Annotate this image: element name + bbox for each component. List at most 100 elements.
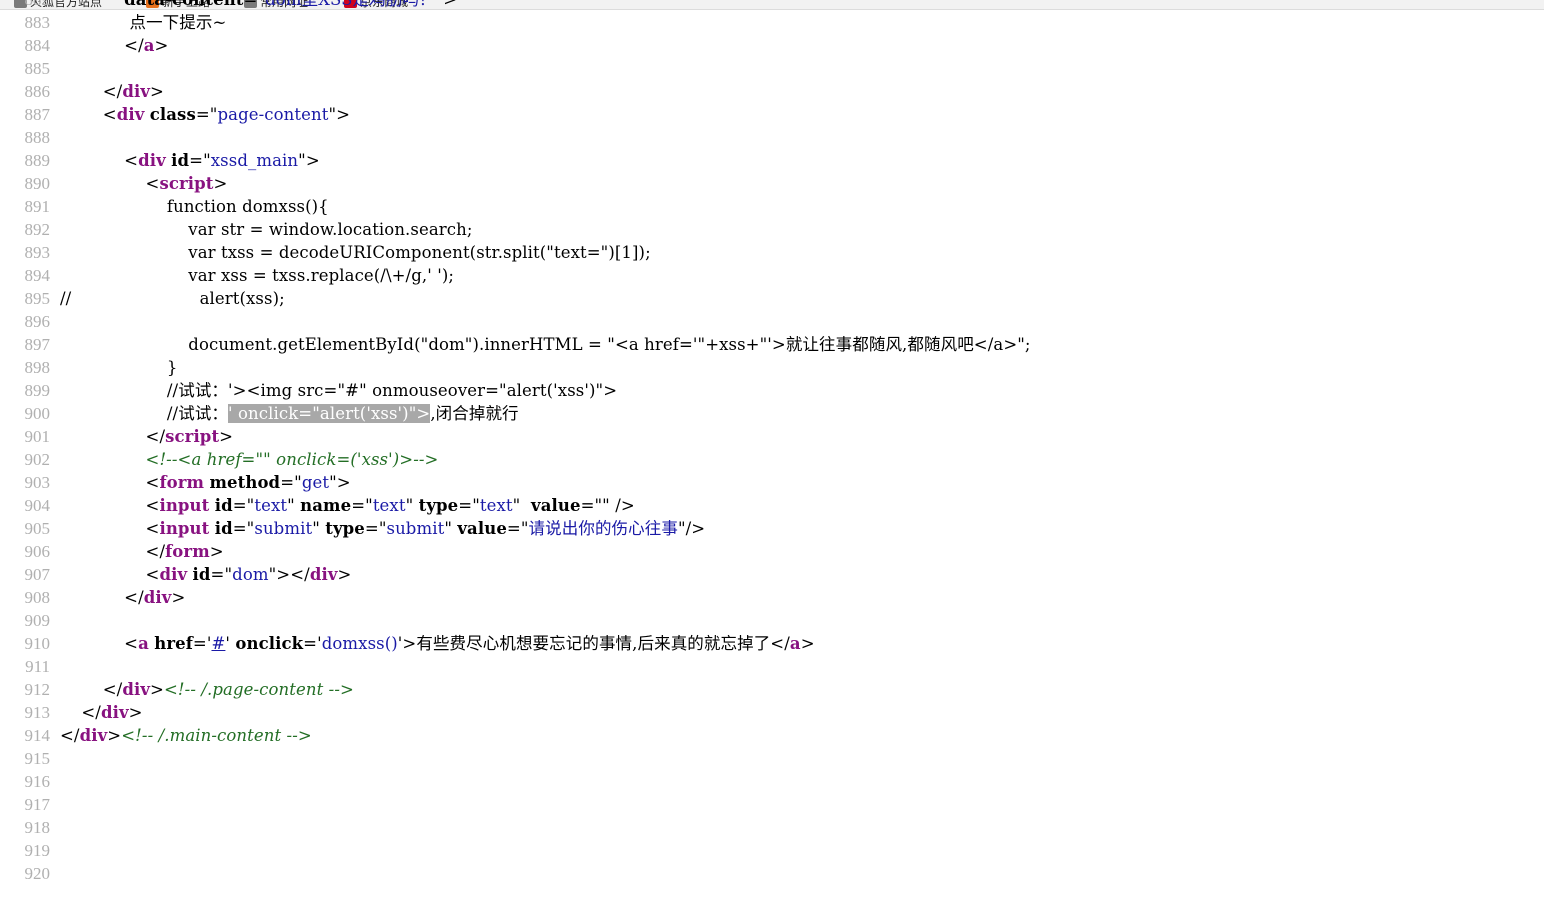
line-code: var str = window.location.search;: [60, 218, 473, 241]
code-text: =": [280, 473, 302, 492]
line-number: 894: [24, 266, 51, 285]
code-text: <: [60, 565, 160, 584]
attribute-name: class: [149, 105, 196, 124]
line-number: 914: [24, 726, 51, 745]
code-text: =": [364, 519, 387, 538]
line-number: 897: [24, 335, 51, 354]
line-code: }: [60, 356, 178, 379]
code-text: >: [213, 174, 228, 193]
code-text: ': [225, 634, 236, 653]
attribute-name: onclick: [235, 634, 304, 653]
line-number: 910: [24, 634, 51, 653]
line-number: 885: [24, 59, 51, 78]
attribute-name: value: [457, 519, 507, 538]
code-text: >: [209, 542, 224, 561]
code-text: '>有些费尽心机想要忘记的事情,后来真的就忘掉了</: [397, 634, 790, 653]
selected-text: ' onclick="alert('xss')">: [228, 404, 431, 423]
line-number: 904: [24, 496, 51, 515]
line-number: 900: [24, 404, 51, 423]
code-text: >: [107, 726, 122, 745]
code-text: ="" />: [580, 496, 635, 515]
line-number: 919: [24, 841, 51, 860]
html-comment: <!-- /.main-content -->: [121, 726, 312, 745]
line-code: </form>: [60, 540, 224, 563]
code-text: // alert(xss);: [60, 289, 285, 308]
line-code: <div id="dom"></div>: [60, 563, 352, 586]
line-code: var txss = decodeURIComponent(str.split(…: [60, 241, 651, 264]
code-text: ": [312, 519, 326, 538]
code-text: function domxss(){: [60, 197, 329, 216]
tag-name: script: [159, 174, 214, 193]
code-text: ,闭合掉就行: [430, 404, 519, 423]
line-code: <form method="get">: [60, 471, 351, 494]
line-number: 918: [24, 818, 51, 837]
line-number: 898: [24, 358, 51, 377]
html-comment: <!-- /.page-content -->: [163, 680, 354, 699]
attribute-name: data-content: [124, 0, 243, 9]
line-number: 907: [24, 565, 51, 584]
line-code: </div>: [60, 80, 164, 103]
line-number: 915: [24, 749, 51, 768]
line-code: </div><!-- /.page-content -->: [60, 678, 354, 701]
line-code: //试试：'><img src="#" onmouseover="alert('…: [60, 379, 617, 402]
html-comment: <!--<a href="" onclick=('xss')>-->: [145, 450, 439, 469]
line-number: 899: [24, 381, 51, 400]
code-text: <: [60, 105, 117, 124]
code-text: =": [232, 496, 255, 515]
line-code: var xss = txss.replace(/\+/g,' ');: [60, 264, 454, 287]
line-number: 911: [25, 657, 50, 676]
code-text: ">: [328, 105, 351, 124]
line-number: 889: [24, 151, 51, 170]
code-text: <: [60, 634, 139, 653]
code-text: </: [60, 588, 144, 607]
line-number: 908: [24, 588, 51, 607]
attribute-value: submit: [386, 519, 445, 538]
code-text: "/>: [677, 519, 706, 538]
code-text: </: [60, 703, 101, 722]
line-code: </a>: [60, 34, 168, 57]
line-code: <div id="xssd_main">: [60, 149, 320, 172]
tag-name: form: [159, 473, 205, 492]
line-number: 884: [24, 36, 51, 55]
code-text: "></: [268, 565, 310, 584]
code-text: ">: [329, 473, 351, 492]
code-text: >: [337, 565, 352, 584]
line-number: 920: [24, 864, 51, 883]
tag-name: a: [789, 634, 801, 653]
tag-name: div: [138, 151, 166, 170]
tag-name: div: [159, 565, 188, 584]
code-text: var str = window.location.search;: [60, 220, 473, 239]
code-text: </: [60, 427, 166, 446]
tag-name: input: [159, 519, 210, 538]
line-number: 905: [24, 519, 51, 538]
line-code: // alert(xss);: [60, 287, 285, 310]
line-code: //试试：' onclick="alert('xss')">,闭合掉就行: [60, 402, 519, 425]
line-code: <a href='#' onclick='domxss()'>有些费尽心机想要忘…: [60, 632, 815, 655]
attribute-value: text: [372, 496, 406, 515]
attribute-value: text: [254, 496, 288, 515]
line-code: document.getElementById("dom").innerHTML…: [60, 333, 1031, 356]
line-number: 916: [24, 772, 51, 791]
line-code: <div class="page-content">: [60, 103, 350, 126]
code-text: </: [60, 542, 166, 561]
line-number: 902: [24, 450, 51, 469]
line-code: </div>: [60, 701, 143, 724]
line-code: </div><!-- /.main-content -->: [60, 724, 312, 747]
line-number: 893: [24, 243, 51, 262]
code-text: ": [405, 496, 419, 515]
code-text: =': [303, 634, 322, 653]
tag-name: script: [165, 427, 220, 446]
line-code: <!--<a href="" onclick=('xss')>-->: [60, 448, 439, 471]
code-text: >: [150, 680, 164, 699]
attribute-name: method: [209, 473, 281, 492]
attribute-name: id: [214, 496, 233, 515]
line-number: 917: [24, 795, 51, 814]
line-code: </script>: [60, 425, 233, 448]
code-text: >: [150, 82, 164, 101]
line-number: 888: [24, 128, 51, 147]
source-link[interactable]: #: [211, 634, 225, 653]
attribute-value: dom型XSS是鸡肋吗？: [265, 0, 435, 9]
attribute-value: 请说出你的伤心往事: [528, 519, 678, 538]
code-text: }: [60, 358, 178, 377]
